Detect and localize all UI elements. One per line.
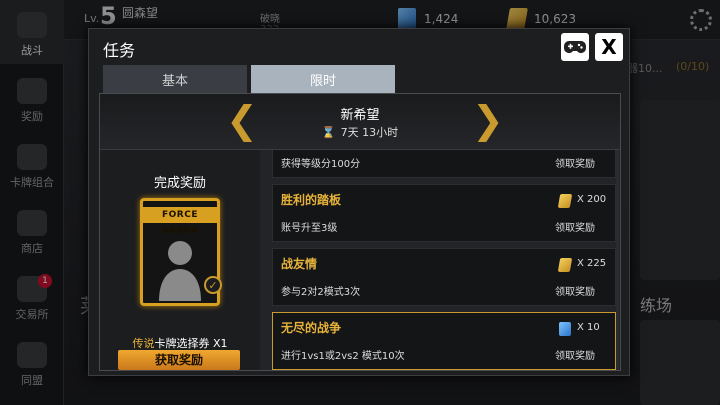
reward-item-name: 卡牌选择券 X1 xyxy=(154,337,228,350)
quest-claim-button[interactable]: 领取奖励 xyxy=(555,155,595,170)
quest-reward-amount: X 225 xyxy=(577,258,607,269)
limited-event-panel: ❮ 新希望 ⌛ 7天 13小时 ❯ 完成奖励 FORCE ARENA ✓ 传说卡… xyxy=(99,93,621,371)
completion-reward-panel: 完成奖励 FORCE ARENA ✓ 传说卡牌选择券 X1 获取奖励 xyxy=(100,150,260,370)
claim-completion-reward-button[interactable]: 获取奖励 xyxy=(118,350,240,370)
quest-list-scrollbar[interactable] xyxy=(616,150,619,370)
dialog-title: 任务 xyxy=(103,41,136,60)
quest-claim-button[interactable]: 领取奖励 xyxy=(555,219,595,234)
quest-reward-amount: X 200 xyxy=(577,194,607,205)
quest-row: 战友情 参与2对2模式3次 X 225 领取奖励 xyxy=(272,248,616,306)
tab-limited[interactable]: 限时 xyxy=(251,65,395,93)
quest-row: 获得等级分100分 领取奖励 xyxy=(272,150,616,178)
chevron-right-icon[interactable]: ❯ xyxy=(472,100,504,140)
credit-icon xyxy=(557,194,573,208)
quest-title: 胜利的踏板 xyxy=(281,193,342,207)
event-timer: ⌛ 7天 13小时 xyxy=(100,124,620,140)
quest-claim-button[interactable]: 领取奖励 xyxy=(555,283,595,298)
event-time-left: 7天 13小时 xyxy=(340,126,399,139)
quest-title: 无尽的战争 xyxy=(281,321,342,335)
quest-list[interactable]: 获得等级分100分 领取奖励 胜利的踏板 账号升至3级 X 200 领取奖励 战… xyxy=(268,150,620,370)
tab-basic[interactable]: 基本 xyxy=(103,65,247,93)
quest-description: 参与2对2模式3次 xyxy=(281,287,361,298)
quest-claim-button[interactable]: 领取奖励 xyxy=(555,347,595,362)
event-header: ❮ 新希望 ⌛ 7天 13小时 ❯ xyxy=(100,94,620,150)
crystal-icon xyxy=(559,322,571,336)
quest-row: 无尽的战争 进行1vs1或2vs2 模式10次 X 10 领取奖励 xyxy=(272,312,616,370)
gamepad-button[interactable] xyxy=(561,33,589,61)
quest-reward-amount: X 10 xyxy=(577,322,600,333)
hourglass-icon: ⌛ xyxy=(321,125,336,139)
gamepad-icon xyxy=(564,41,586,53)
completion-reward-title: 完成奖励 xyxy=(153,176,206,191)
check-icon: ✓ xyxy=(204,276,222,294)
reward-item-rarity: 传说 xyxy=(132,337,155,350)
quest-description: 账号升至3级 xyxy=(281,223,338,234)
card-banner: FORCE ARENA xyxy=(143,207,217,236)
unknown-character-icon xyxy=(159,241,201,301)
quest-row: 胜利的踏板 账号升至3级 X 200 领取奖励 xyxy=(272,184,616,242)
quest-description: 获得等级分100分 xyxy=(281,159,361,170)
credit-icon xyxy=(557,258,573,272)
missions-dialog: 任务 X 基本 限时 ❮ 新希望 ⌛ 7天 13小时 ❯ 完成奖励 FORCE … xyxy=(88,28,630,376)
quest-title: 战友情 xyxy=(281,257,318,271)
close-button[interactable]: X xyxy=(595,33,623,61)
event-name: 新希望 xyxy=(340,108,380,123)
quest-description: 进行1vs1或2vs2 模式10次 xyxy=(281,351,405,362)
reward-item-label: 传说卡牌选择券 X1 xyxy=(100,335,260,351)
